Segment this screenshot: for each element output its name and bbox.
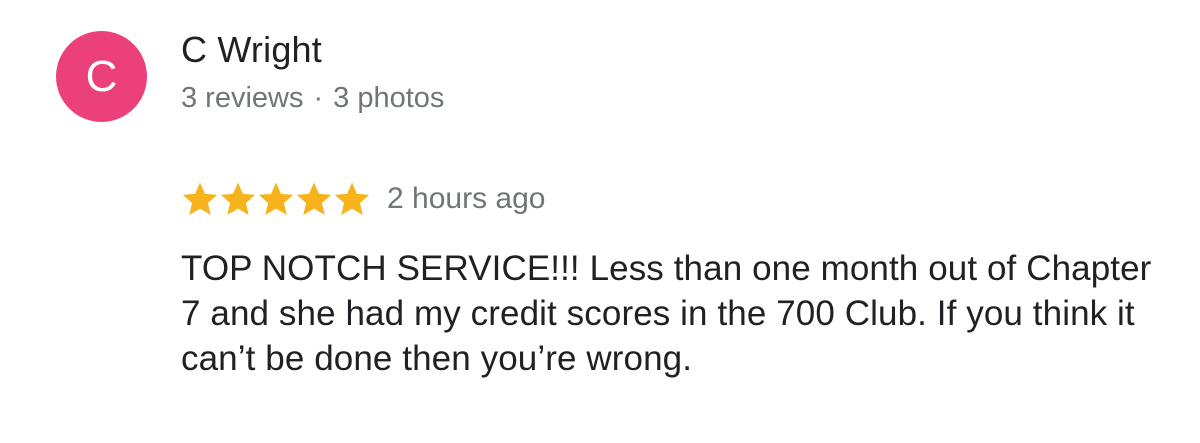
photos-count: 3 photos (333, 82, 445, 114)
meta-separator: · (313, 82, 324, 114)
reviews-count: 3 reviews (181, 82, 304, 114)
star-icon (220, 182, 256, 215)
star-rating (181, 180, 371, 218)
review-card: C C Wright 3 reviews · 3 photos 2 hours … (0, 0, 1200, 443)
review-time: 2 hours ago (387, 182, 546, 215)
reviewer-name[interactable]: C Wright (181, 29, 322, 71)
reviewer-meta: 3 reviews · 3 photos (181, 82, 444, 115)
star-icon (182, 182, 218, 215)
rating-row: 2 hours ago (181, 180, 545, 218)
star-icon (334, 182, 370, 215)
review-text: TOP NOTCH SERVICE!!! Less than one month… (181, 249, 1152, 378)
avatar[interactable]: C (56, 31, 147, 122)
star-icon (258, 182, 294, 215)
star-icon (296, 182, 332, 215)
